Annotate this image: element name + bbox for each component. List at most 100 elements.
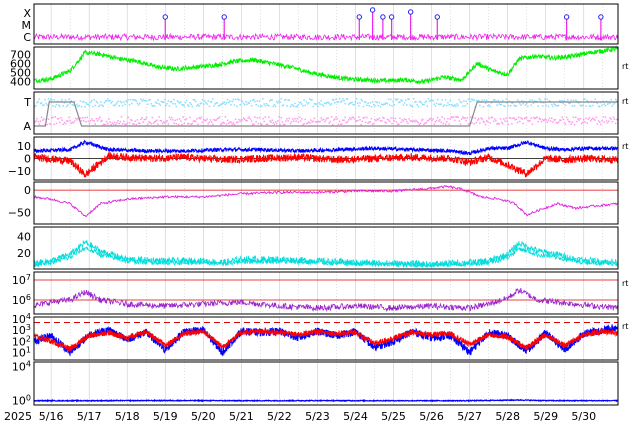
sector-away-point bbox=[474, 117, 477, 120]
sector-toward-point bbox=[37, 100, 39, 103]
sector-away-point bbox=[141, 117, 143, 119]
sector-toward-point bbox=[65, 105, 68, 108]
sector-toward-point bbox=[412, 98, 415, 100]
sector-toward-point bbox=[225, 101, 228, 104]
sector-toward-point bbox=[585, 105, 587, 107]
sector-toward-point bbox=[436, 98, 439, 101]
sector-toward-point bbox=[70, 99, 73, 102]
sector-toward-point bbox=[175, 105, 178, 108]
sector-away-point bbox=[123, 120, 125, 123]
sector-away-point bbox=[180, 120, 182, 122]
sector-away-point bbox=[117, 120, 119, 122]
sector-away-point bbox=[600, 123, 602, 126]
sector-away-point bbox=[212, 123, 214, 126]
sector-away-point bbox=[255, 120, 257, 123]
sector-toward-point bbox=[85, 102, 87, 104]
sector-away-point bbox=[290, 121, 293, 123]
flare-event-marker bbox=[407, 9, 414, 15]
sector-away-point bbox=[447, 118, 449, 120]
sector-away-point bbox=[247, 117, 249, 119]
sector-toward-point bbox=[197, 103, 199, 106]
sector-toward-point bbox=[224, 103, 227, 106]
sector-away-point bbox=[176, 118, 179, 121]
flare-event-marker bbox=[563, 14, 570, 20]
imf-series-line bbox=[33, 151, 619, 178]
sector-toward-point bbox=[79, 100, 82, 102]
sector-toward-point bbox=[454, 104, 456, 106]
sector-away-point bbox=[37, 120, 39, 123]
sector-away-point bbox=[458, 120, 461, 122]
sector-away-point bbox=[346, 121, 349, 123]
sector-toward-point bbox=[584, 98, 586, 100]
sector-away-point bbox=[505, 117, 507, 119]
sector-toward-point bbox=[100, 101, 102, 103]
sector-away-point bbox=[194, 120, 197, 123]
sector-toward-point bbox=[337, 101, 340, 103]
sector-away-point bbox=[380, 120, 383, 122]
sector-away-point bbox=[108, 118, 110, 120]
sector-away-point bbox=[170, 116, 173, 119]
sector-away-point bbox=[349, 117, 351, 119]
sector-toward-point bbox=[427, 98, 430, 100]
sector-away-point bbox=[239, 120, 241, 123]
sector-toward-point bbox=[239, 103, 241, 106]
sector-away-point bbox=[209, 119, 212, 121]
sector-away-point bbox=[504, 120, 506, 122]
sector-toward-point bbox=[305, 101, 308, 103]
sector-toward-point bbox=[188, 105, 190, 107]
sector-away-point bbox=[491, 116, 494, 119]
sector-away-point bbox=[73, 120, 76, 122]
sector-away-point bbox=[161, 122, 164, 125]
sector-toward-point bbox=[449, 99, 451, 102]
sector-toward-point bbox=[334, 101, 336, 104]
sector-toward-point bbox=[213, 105, 215, 107]
sector-away-point bbox=[217, 117, 220, 120]
sector-toward-point bbox=[530, 104, 532, 106]
sector-toward-point bbox=[223, 101, 225, 104]
sector-away-point bbox=[105, 120, 108, 123]
sector-away-point bbox=[613, 118, 616, 121]
sector-away-point bbox=[296, 117, 299, 120]
sector-away-point bbox=[280, 116, 283, 119]
sector-away-point bbox=[134, 120, 136, 122]
sector-away-point bbox=[263, 120, 265, 123]
sector-toward-point bbox=[367, 102, 369, 105]
sector-toward-point bbox=[173, 98, 175, 101]
sector-away-point bbox=[439, 119, 441, 121]
sector-toward-point bbox=[244, 104, 246, 106]
sector-away-point bbox=[128, 122, 131, 124]
sector-away-point bbox=[603, 121, 606, 123]
sector-away-point bbox=[464, 116, 466, 119]
dst-tick-label: 0 bbox=[24, 184, 31, 197]
sector-toward-point bbox=[242, 102, 245, 105]
sector-toward-point bbox=[463, 100, 465, 102]
sector-toward-point bbox=[140, 98, 142, 100]
sector-away-point bbox=[75, 117, 77, 120]
sector-toward-point bbox=[263, 103, 265, 105]
sector-away-point bbox=[549, 120, 552, 122]
sector-toward-point bbox=[594, 98, 596, 100]
sector-away-point bbox=[118, 122, 120, 125]
sector-away-point bbox=[181, 123, 183, 126]
sector-away-point bbox=[249, 118, 252, 120]
sector-toward-point bbox=[370, 105, 373, 108]
sector-toward-point bbox=[419, 100, 422, 103]
sector-away-point bbox=[588, 116, 591, 119]
sector-toward-point bbox=[185, 99, 188, 102]
sector-toward-point bbox=[328, 102, 330, 105]
sector-toward-point bbox=[172, 102, 174, 105]
sector-away-point bbox=[471, 122, 473, 124]
sector-toward-point bbox=[257, 105, 260, 107]
sector-toward-point bbox=[289, 105, 292, 108]
sector-toward-point bbox=[129, 98, 132, 101]
sector-toward-point bbox=[462, 105, 464, 107]
sector-toward-point bbox=[447, 101, 449, 104]
x-tick-label: 5/24 bbox=[343, 410, 368, 423]
sector-toward-point bbox=[586, 99, 588, 102]
sector-away-point bbox=[61, 119, 63, 121]
sector-toward-point bbox=[176, 100, 179, 102]
sector-away-point bbox=[238, 118, 240, 121]
sector-away-point bbox=[509, 117, 512, 119]
sector-away-point bbox=[196, 118, 198, 120]
sector-away-point bbox=[121, 123, 124, 125]
